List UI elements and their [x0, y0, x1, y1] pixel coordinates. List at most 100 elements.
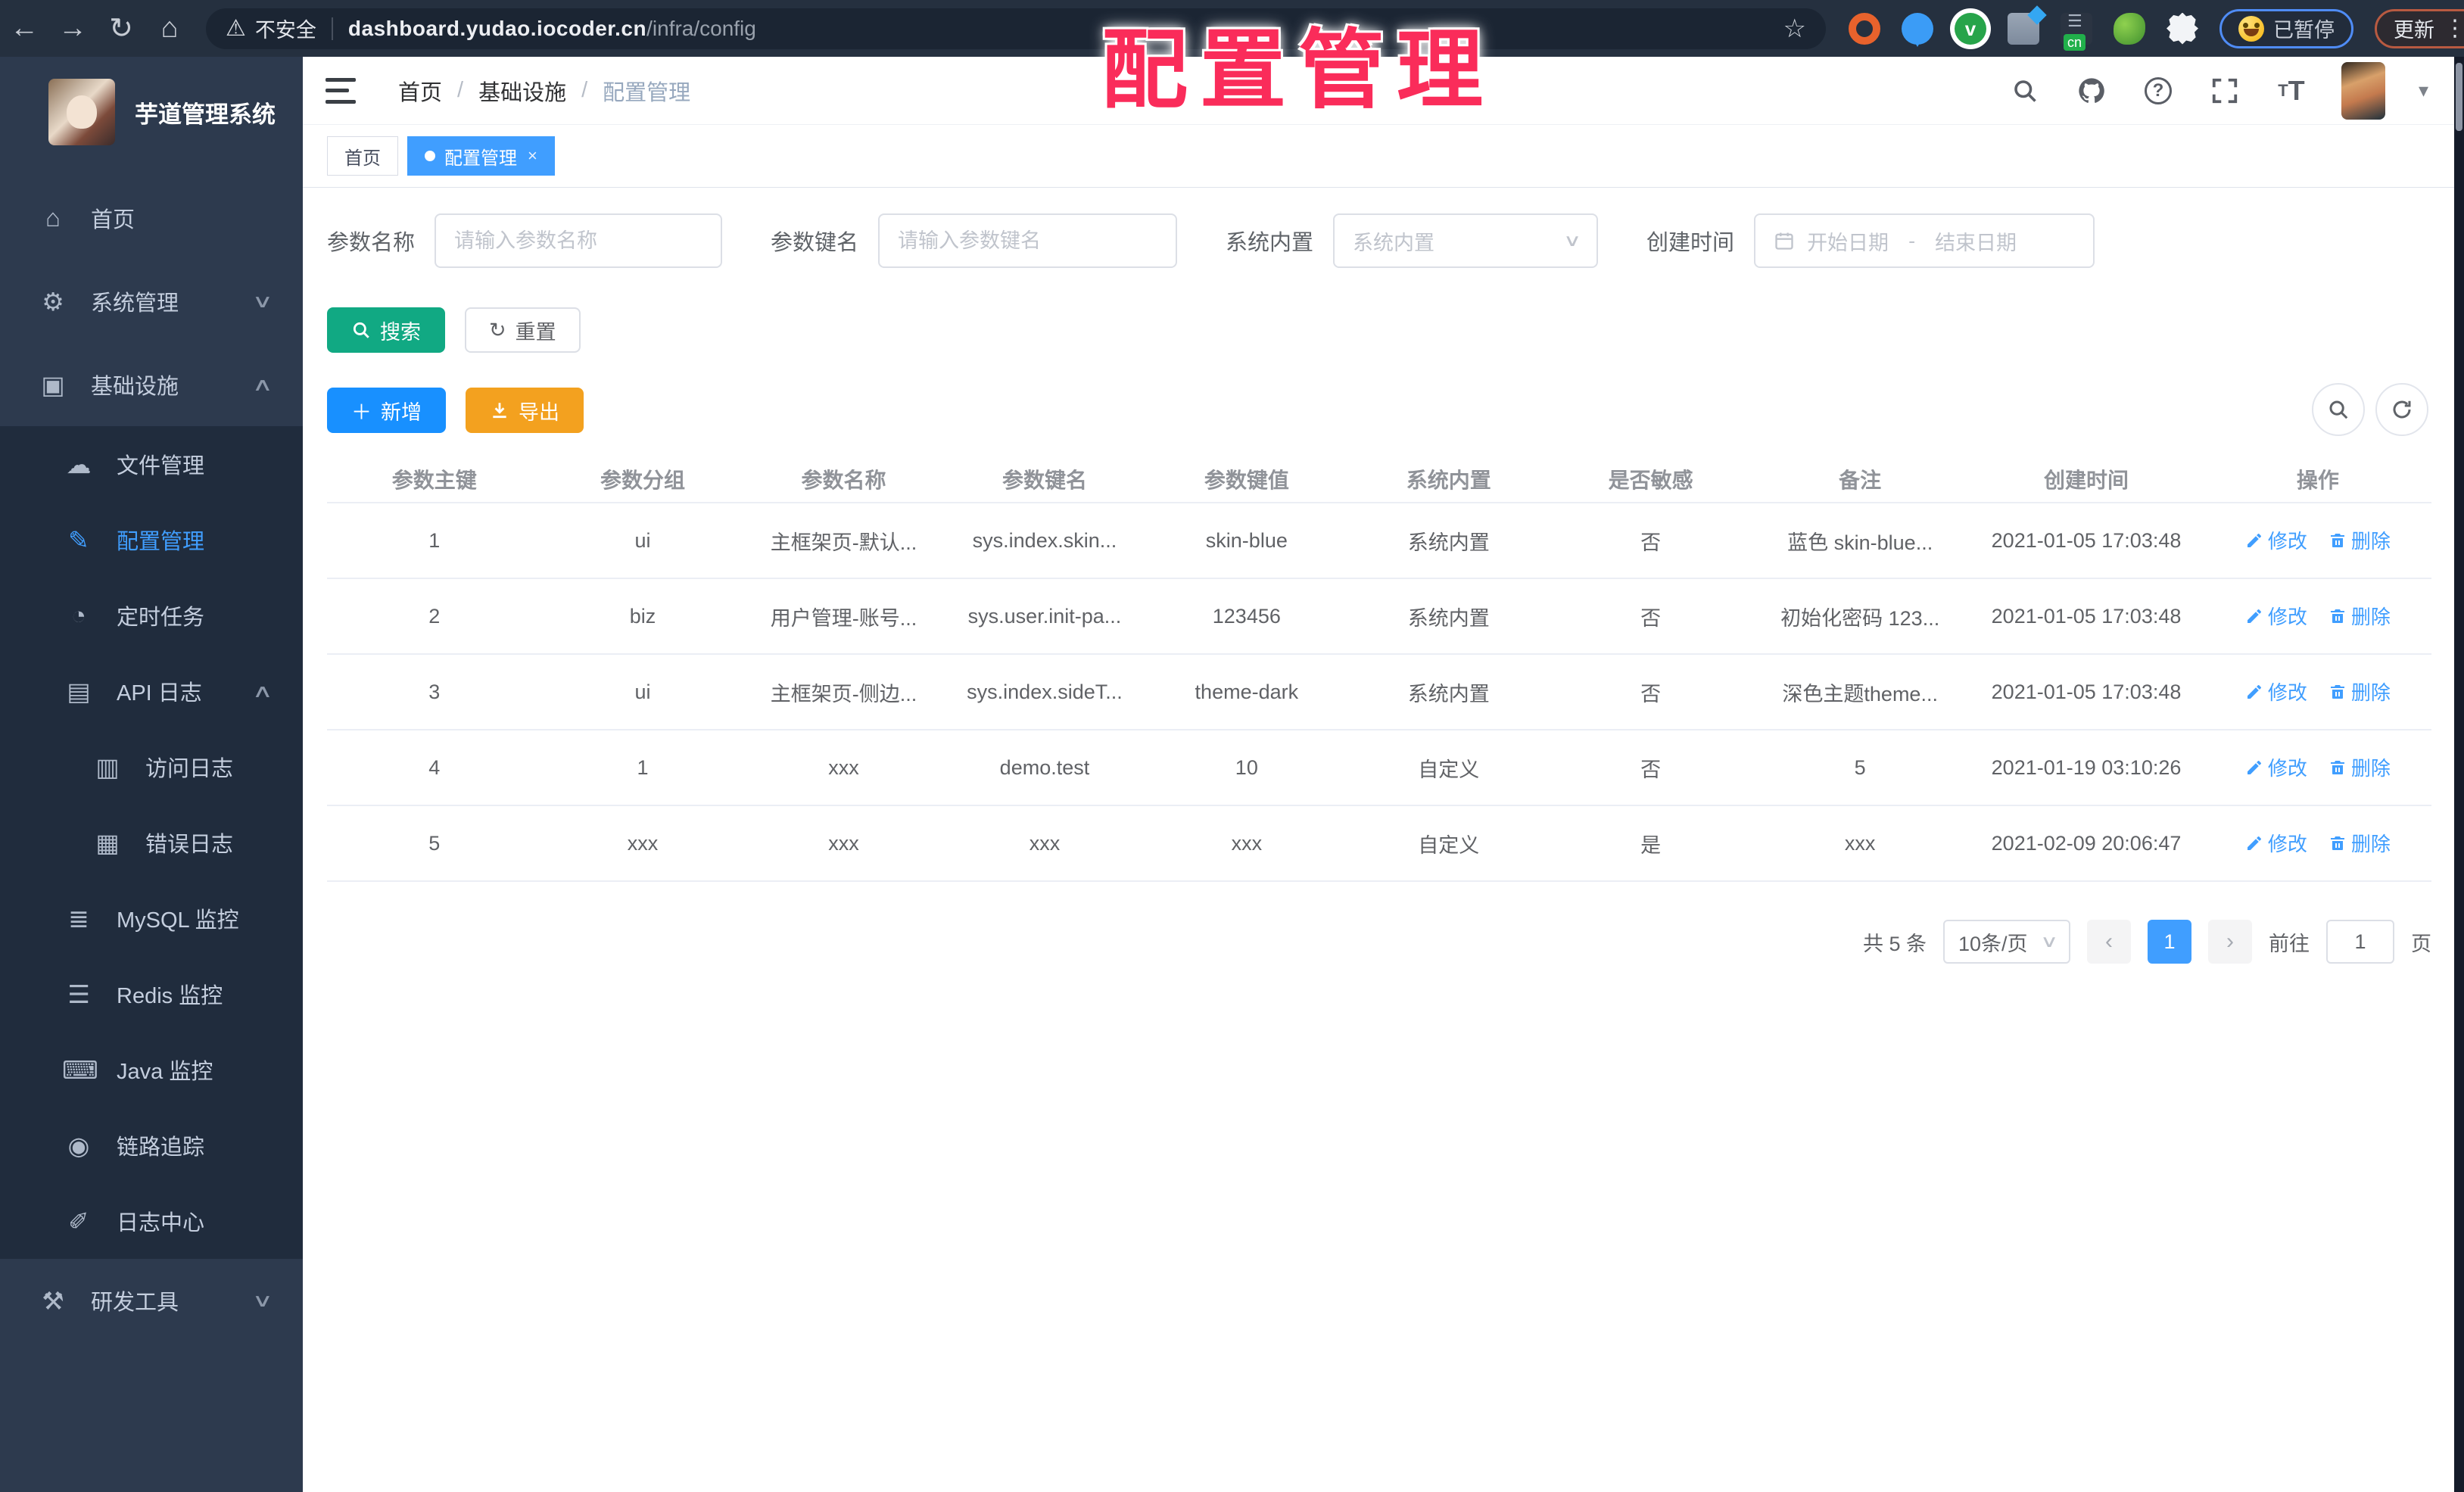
- sidebar-item-api-log[interactable]: ▤ API 日志 ∧: [0, 653, 303, 729]
- forward-icon[interactable]: →: [48, 12, 97, 45]
- menu-dots-icon[interactable]: ⋮: [2444, 15, 2464, 42]
- sidebar-item-dev-tools[interactable]: ⚒ 研发工具 ∨: [0, 1259, 303, 1342]
- delete-link[interactable]: 删除: [2328, 753, 2391, 781]
- font-size-icon[interactable]: TT: [2275, 74, 2308, 107]
- export-button[interactable]: 导出: [466, 388, 584, 433]
- edit-link[interactable]: 修改: [2245, 602, 2307, 630]
- scrollbar-thumb[interactable]: [2456, 63, 2462, 131]
- api-log-icon: ▤: [67, 677, 91, 706]
- edit-link[interactable]: 修改: [2245, 753, 2307, 781]
- tab-home[interactable]: 首页: [327, 136, 398, 176]
- builtin-select[interactable]: 系统内置 ∨: [1333, 213, 1599, 268]
- sidebar-item-file[interactable]: ☁ 文件管理: [0, 426, 303, 502]
- sidebar-item-redis[interactable]: ☰ Redis 监控: [0, 956, 303, 1032]
- extension-icon-green-v[interactable]: v: [1955, 12, 1986, 45]
- delete-link[interactable]: 删除: [2328, 829, 2391, 857]
- help-icon[interactable]: ?: [2142, 74, 2175, 107]
- column-header: 备注: [1752, 456, 1969, 503]
- divider: [331, 17, 333, 40]
- edit-link[interactable]: 修改: [2245, 526, 2307, 554]
- sidebar-item-mysql[interactable]: ≣ MySQL 监控: [0, 880, 303, 956]
- add-button[interactable]: ＋ 新增: [327, 388, 446, 433]
- date-range-picker[interactable]: 开始日期 - 结束日期: [1754, 213, 2095, 268]
- home-icon[interactable]: ⌂: [145, 12, 194, 45]
- warning-icon: ⚠: [226, 16, 246, 41]
- table-row: 2 biz 用户管理-账号... sys.user.init-pa... 123456 系…: [327, 578, 2431, 655]
- url-path: /infra/config: [646, 16, 756, 40]
- next-page-button[interactable]: ›: [2208, 920, 2252, 964]
- table-cell: sys.user.init-pa...: [943, 578, 1146, 655]
- sidebar-item-java[interactable]: ⌨ Java 监控: [0, 1032, 303, 1107]
- chevron-down-icon: ∨: [252, 1290, 274, 1311]
- goto-page-input[interactable]: [2326, 920, 2394, 964]
- search-icon[interactable]: [2008, 74, 2042, 107]
- paused-badge[interactable]: 已暂停: [2219, 8, 2353, 48]
- delete-link[interactable]: 删除: [2328, 602, 2391, 630]
- table-cell: xxx: [943, 805, 1146, 882]
- column-header: 参数分组: [541, 456, 744, 503]
- search-button[interactable]: 搜索: [327, 307, 445, 353]
- action-button-row: ＋ 新增 导出: [327, 383, 2431, 436]
- hamburger-icon[interactable]: [326, 77, 356, 104]
- delete-link[interactable]: 删除: [2328, 526, 2391, 554]
- gear-icon: ⚙: [42, 287, 64, 316]
- chevron-down-icon[interactable]: ▾: [2419, 79, 2428, 102]
- sidebar-item-error-log[interactable]: ▦ 错误日志: [0, 805, 303, 880]
- back-icon[interactable]: ←: [0, 12, 48, 45]
- fullscreen-icon[interactable]: [2208, 74, 2241, 107]
- paused-label: 已暂停: [2273, 19, 2335, 42]
- table-cell: 1: [541, 730, 744, 806]
- table-cell: 10: [1145, 730, 1348, 806]
- table-cell: 主框架页-侧边...: [743, 654, 944, 730]
- extension-icon-monkey[interactable]: [2114, 12, 2145, 45]
- sidebar-item-job[interactable]: ◔ 定时任务: [0, 578, 303, 653]
- sidebar-item-label: 链路追踪: [117, 1135, 205, 1160]
- table-body: 1 ui 主框架页-默认... sys.index.skin... skin-blue 系…: [327, 503, 2431, 882]
- breadcrumb-infra[interactable]: 基础设施: [478, 75, 566, 107]
- current-page-button[interactable]: 1: [2148, 920, 2191, 964]
- sidebar-item-access-log[interactable]: ▥ 访问日志: [0, 729, 303, 805]
- sidebar-item-system[interactable]: ⚙ 系统管理 ∨: [0, 260, 303, 343]
- github-icon[interactable]: [2075, 74, 2108, 107]
- log-center-icon: ✐: [68, 1207, 89, 1235]
- sidebar-item-infra[interactable]: ▣ 基础设施 ∧: [0, 343, 303, 426]
- extension-icon-orange-ring[interactable]: [1849, 12, 1880, 45]
- table-cell: 2021-02-09 20:06:47: [1968, 805, 2204, 882]
- toggle-search-button[interactable]: [2312, 383, 2365, 436]
- edit-link[interactable]: 修改: [2245, 677, 2307, 706]
- sidebar-item-config[interactable]: ✎ 配置管理: [0, 502, 303, 578]
- sidebar-item-label: 错误日志: [145, 833, 234, 857]
- delete-link[interactable]: 删除: [2328, 677, 2391, 706]
- filter-label: 参数名称: [327, 231, 416, 255]
- sidebar-item-trace[interactable]: ◉ 链路追踪: [0, 1107, 303, 1183]
- update-button[interactable]: 更新 ⋮: [2375, 8, 2464, 48]
- edit-link[interactable]: 修改: [2245, 829, 2307, 857]
- extensions-puzzle-icon[interactable]: [2167, 12, 2198, 45]
- extension-icon-grid[interactable]: [2008, 12, 2039, 45]
- sidebar-item-label: API 日志: [117, 681, 202, 706]
- param-key-input[interactable]: [898, 229, 1158, 253]
- sidebar-item-label: Redis 监控: [117, 984, 223, 1008]
- breadcrumb-home[interactable]: 首页: [398, 75, 442, 107]
- close-icon[interactable]: ×: [528, 146, 537, 166]
- prev-page-button[interactable]: ‹: [2087, 920, 2131, 964]
- filter-label: 创建时间: [1646, 231, 1735, 255]
- avatar[interactable]: [2341, 61, 2385, 120]
- page-size-select[interactable]: 10条/页 ∨: [1943, 920, 2070, 964]
- extension-icon-pin[interactable]: [1902, 12, 1933, 47]
- search-label: 搜索: [380, 320, 421, 344]
- table-cell: 否: [1550, 730, 1752, 806]
- refresh-button[interactable]: [2375, 383, 2428, 436]
- extension-icon-cn-badge[interactable]: [2061, 11, 2092, 51]
- address-bar[interactable]: ⚠ 不安全 dashboard.yudao.iocoder.cn /infra/…: [206, 8, 1826, 49]
- pagination: 共 5 条 10条/页 ∨ ‹ 1 › 前往 页: [327, 920, 2431, 964]
- sidebar-nav: ⌂ 首页 ⚙ 系统管理 ∨ ▣ 基础设施 ∧ ☁ 文件管理 ✎ 配置管理 ◔ 定时任务 ▤ API 日志 ∧ ▥ 访…: [0, 176, 303, 1342]
- bookmark-star-icon[interactable]: ☆: [1783, 14, 1806, 44]
- reload-icon[interactable]: ↻: [97, 11, 145, 45]
- breadcrumb-current: 配置管理: [603, 80, 691, 105]
- sidebar-item-home[interactable]: ⌂ 首页: [0, 176, 303, 260]
- reset-button[interactable]: ↻ 重置: [465, 307, 581, 353]
- param-name-input[interactable]: [454, 229, 703, 253]
- sidebar-item-log-center[interactable]: ✐ 日志中心: [0, 1183, 303, 1259]
- tab-config[interactable]: 配置管理 ×: [407, 136, 555, 176]
